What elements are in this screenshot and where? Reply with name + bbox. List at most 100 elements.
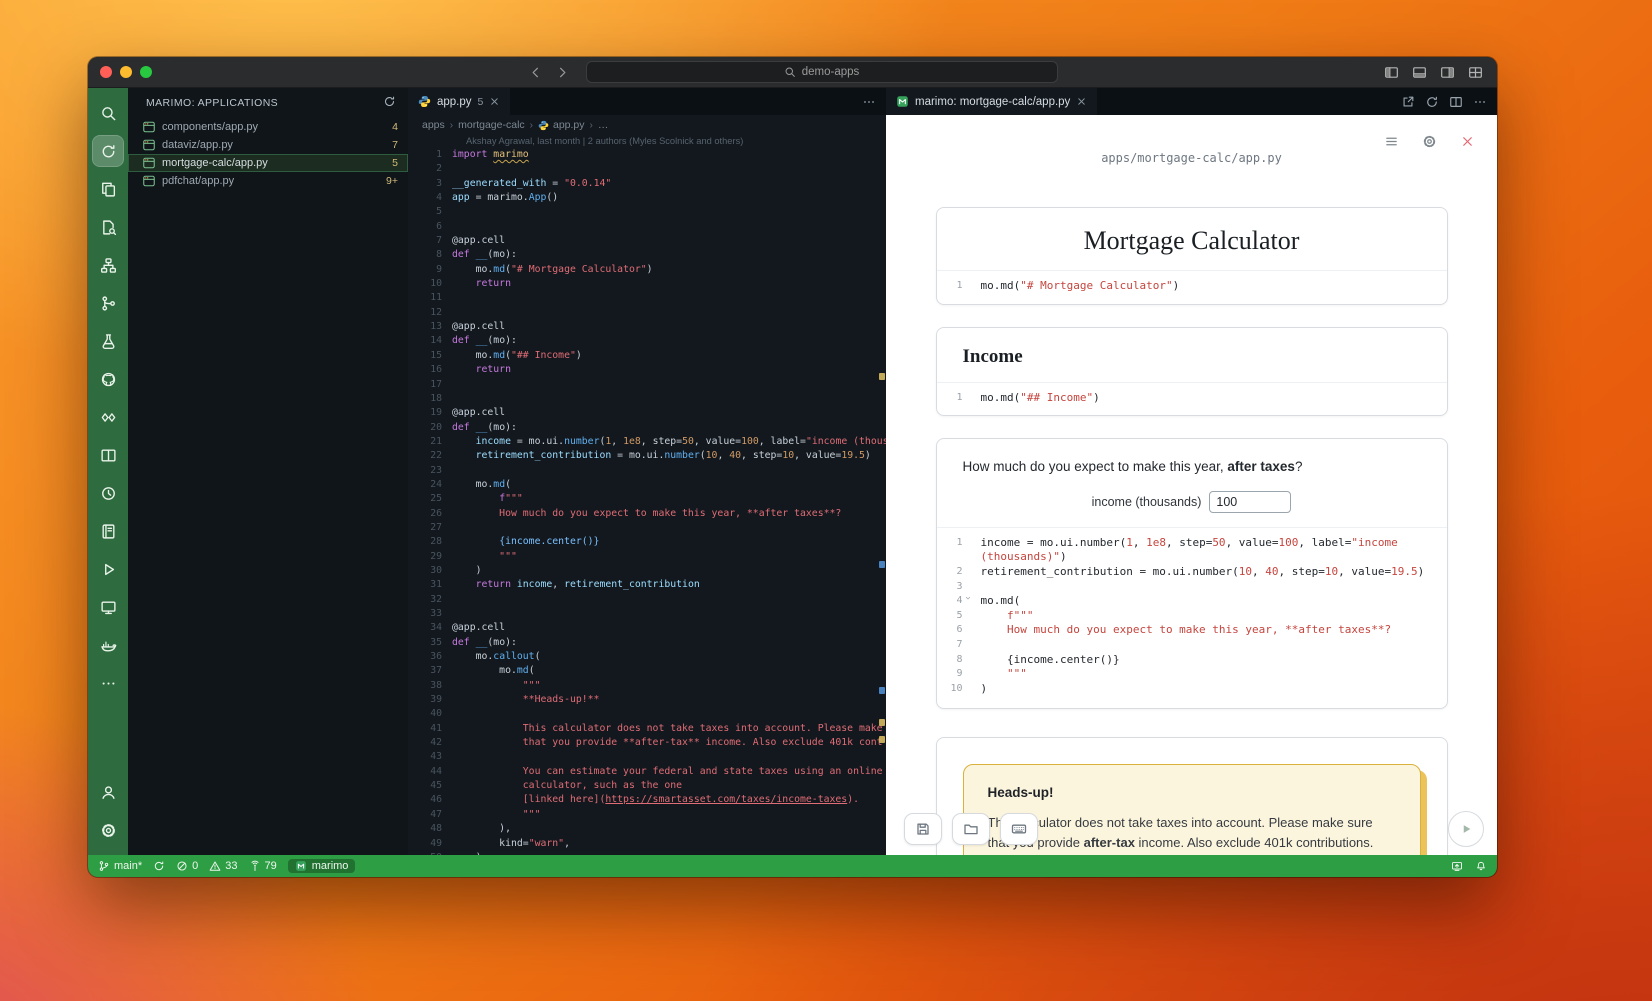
code-line-5[interactable]: 5 [408, 205, 886, 219]
code-line-16[interactable]: 16 return [408, 363, 886, 377]
cell-code-line[interactable]: 10 ) [943, 682, 1437, 697]
cell-code-line[interactable]: 7 [943, 638, 1437, 653]
files-button[interactable] [952, 813, 990, 845]
git-blame-lens[interactable]: Akshay Agrawal, last month | 2 authors (… [408, 135, 886, 148]
activity-file-search[interactable] [93, 212, 123, 242]
close-preview-tab-button[interactable] [1076, 96, 1087, 107]
status-ports[interactable]: 79 [249, 860, 277, 872]
run-app-button[interactable] [1448, 811, 1484, 847]
reload-button[interactable] [1425, 95, 1439, 109]
cell-code-line[interactable]: 8 {income.center()} [943, 653, 1437, 668]
code-line-48[interactable]: 48 ), [408, 822, 886, 836]
customize-layout-button[interactable] [1468, 65, 1483, 80]
code-line-37[interactable]: 37 mo.md( [408, 664, 886, 678]
code-line-31[interactable]: 31 return income, retirement_contributio… [408, 578, 886, 592]
code-line-45[interactable]: 45 calculator, such as the one [408, 779, 886, 793]
activity-settings-gear[interactable] [93, 815, 123, 845]
code-line-1[interactable]: 1 import marimo [408, 148, 886, 162]
code-line-41[interactable]: 41 This calculator does not take taxes i… [408, 722, 886, 736]
back-button[interactable] [528, 65, 543, 80]
code-line-6[interactable]: 6 [408, 220, 886, 234]
code-line-30[interactable]: 30 ) [408, 564, 886, 578]
status-marimo[interactable]: marimo [288, 859, 356, 873]
code-line-23[interactable]: 23 [408, 464, 886, 478]
activity-notebook[interactable] [93, 516, 123, 546]
activity-more[interactable] [93, 668, 123, 698]
code-line-25[interactable]: 25 f""" [408, 492, 886, 506]
status-notifications[interactable] [1475, 860, 1487, 872]
code-editor[interactable]: Akshay Agrawal, last month | 2 authors (… [408, 135, 886, 855]
command-center-search[interactable]: demo-apps [586, 61, 1058, 83]
code-line-42[interactable]: 42 that you provide **after-tax** income… [408, 736, 886, 750]
code-line-12[interactable]: 12 [408, 306, 886, 320]
code-line-14[interactable]: 14 def __(mo): [408, 334, 886, 348]
code-line-18[interactable]: 18 [408, 392, 886, 406]
code-line-39[interactable]: 39 **Heads-up!** [408, 693, 886, 707]
code-line-3[interactable]: 3 __generated_with = "0.0.14" [408, 177, 886, 191]
cell-code-editor[interactable]: 1 income = mo.ui.number(1, 1e8, step=50,… [937, 527, 1447, 709]
activity-copy-files[interactable] [93, 174, 123, 204]
code-line-4[interactable]: 4 app = marimo.App() [408, 191, 886, 205]
code-line-46[interactable]: 46 [linked here](https://smartasset.com/… [408, 793, 886, 807]
activity-gems[interactable] [93, 402, 123, 432]
code-line-49[interactable]: 49 kind="warn", [408, 837, 886, 851]
activity-search[interactable] [93, 98, 123, 128]
cell-code-editor[interactable]: 1 mo.md("## Income") [937, 382, 1447, 416]
refresh-button[interactable] [383, 95, 396, 111]
code-line-27[interactable]: 27 [408, 521, 886, 535]
sidebar-file-pdfchat-app-py[interactable]: pdfchat/app.py 9+ [128, 172, 408, 190]
activity-sync[interactable] [93, 136, 123, 166]
code-line-7[interactable]: 7 @app.cell [408, 234, 886, 248]
code-line-26[interactable]: 26 How much do you expect to make this y… [408, 507, 886, 521]
code-line-29[interactable]: 29 """ [408, 550, 886, 564]
split-editor-button[interactable] [1449, 95, 1463, 109]
code-line-24[interactable]: 24 mo.md( [408, 478, 886, 492]
code-line-2[interactable]: 2 [408, 162, 886, 176]
code-line-19[interactable]: 19 @app.cell [408, 406, 886, 420]
sidebar-file-mortgage-calc-app-py[interactable]: mortgage-calc/app.py 5 [128, 154, 408, 172]
status-screen-share[interactable] [1451, 860, 1463, 872]
activity-docker[interactable] [93, 630, 123, 660]
code-line-36[interactable]: 36 mo.callout( [408, 650, 886, 664]
app-shutdown-button[interactable] [1455, 129, 1479, 153]
code-line-17[interactable]: 17 [408, 378, 886, 392]
cell-code-editor[interactable]: 1 mo.md("# Mortgage Calculator") [937, 270, 1447, 304]
code-line-40[interactable]: 40 [408, 707, 886, 721]
cell-code-line[interactable]: 1 mo.md("## Income") [943, 391, 1437, 406]
code-line-22[interactable]: 22 retirement_contribution = mo.ui.numbe… [408, 449, 886, 463]
cell-code-line[interactable]: 2 retirement_contribution = mo.ui.number… [943, 565, 1437, 580]
close-tab-button[interactable] [489, 96, 500, 107]
cell-code-line[interactable]: 6 How much do you expect to make this ye… [943, 623, 1437, 638]
code-line-50[interactable]: 50 ) [408, 851, 886, 855]
code-line-8[interactable]: 8 def __(mo): [408, 248, 886, 262]
app-settings-button[interactable] [1417, 129, 1441, 153]
code-line-15[interactable]: 15 mo.md("## Income") [408, 349, 886, 363]
code-line-38[interactable]: 38 """ [408, 679, 886, 693]
code-line-34[interactable]: 34 @app.cell [408, 621, 886, 635]
forward-button[interactable] [555, 65, 570, 80]
activity-org-chart[interactable] [93, 250, 123, 280]
breadcrumb-item[interactable]: app.py [538, 119, 585, 131]
cell-code-line[interactable]: 4 mo.md( [943, 594, 1437, 609]
activity-git-merge[interactable] [93, 288, 123, 318]
tab-app-py[interactable]: app.py 5 [408, 88, 510, 115]
code-line-11[interactable]: 11 [408, 291, 886, 305]
more-button[interactable] [1473, 95, 1487, 109]
toggle-panel-button[interactable] [1412, 65, 1427, 80]
activity-history[interactable] [93, 478, 123, 508]
toggle-primary-sidebar-button[interactable] [1384, 65, 1399, 80]
code-line-35[interactable]: 35 def __(mo): [408, 636, 886, 650]
income-number-input[interactable] [1209, 491, 1291, 513]
code-line-43[interactable]: 43 [408, 750, 886, 764]
breadcrumb-item[interactable]: apps [422, 119, 445, 131]
code-line-28[interactable]: 28 {income.center()} [408, 535, 886, 549]
save-button[interactable] [904, 813, 942, 845]
sidebar-file-components-app-py[interactable]: components/app.py 4 [128, 118, 408, 136]
activity-play-outline[interactable] [93, 554, 123, 584]
activity-monitor[interactable] [93, 592, 123, 622]
editor-more-actions-button[interactable] [862, 95, 876, 109]
cell-code-line[interactable]: 5 f""" [943, 609, 1437, 624]
status-sync[interactable] [153, 860, 165, 872]
code-line-47[interactable]: 47 """ [408, 808, 886, 822]
tab-marimo-preview[interactable]: marimo: mortgage-calc/app.py [886, 88, 1097, 115]
